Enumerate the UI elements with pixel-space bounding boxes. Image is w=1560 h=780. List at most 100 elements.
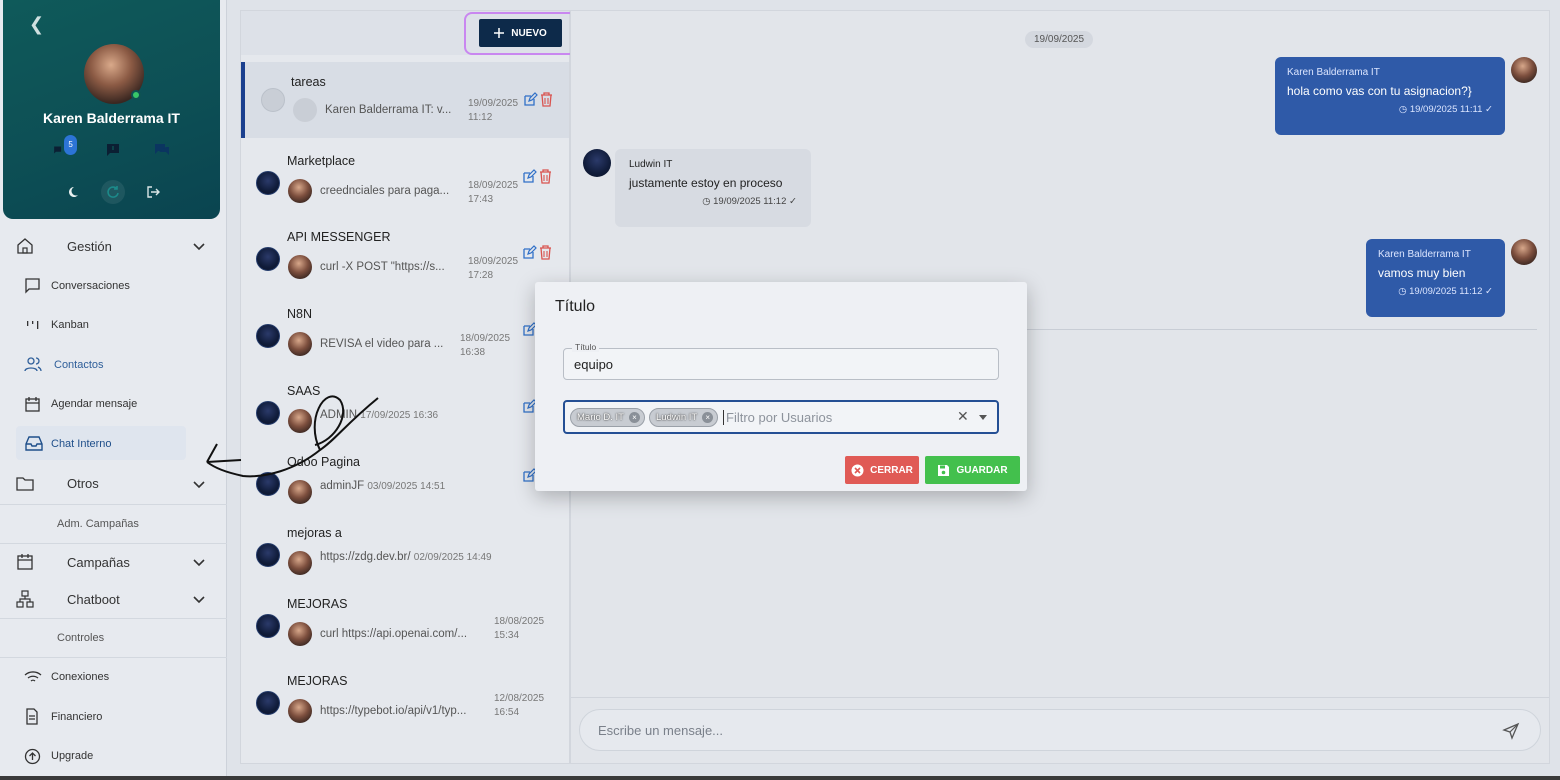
sidebar-item-contactos[interactable]: Contactos xyxy=(0,345,227,385)
menu-group-label: Otros xyxy=(67,476,99,491)
chip-remove-icon[interactable]: × xyxy=(702,412,714,423)
sidebar-item-label: Conversaciones xyxy=(51,279,130,292)
avatar xyxy=(1511,239,1537,265)
conversation-item[interactable]: MEJORAS https://typebot.io/api/v1/typ...… xyxy=(241,661,569,737)
conversation-item[interactable]: MEJORAS curl https://api.openai.com/... … xyxy=(241,584,569,660)
conversation-item[interactable]: mejoras a https://zdg.dev.br/ 02/09/2025… xyxy=(241,513,569,589)
conversation-title: mejoras a xyxy=(287,526,342,540)
new-button-label: NUEVO xyxy=(511,27,547,39)
online-status-icon xyxy=(131,90,141,100)
menu-group-label: Gestión xyxy=(67,238,112,254)
edit-icon[interactable] xyxy=(522,245,537,260)
sidebar-item-label: Upgrade xyxy=(51,750,94,763)
trash-icon[interactable] xyxy=(540,92,553,107)
logout-icon[interactable] xyxy=(141,180,165,204)
chevron-down-icon xyxy=(193,596,205,604)
message-bubble-outgoing: Karen Balderrama IT hola como vas con tu… xyxy=(1275,57,1505,135)
edit-icon[interactable] xyxy=(522,169,537,184)
chat-count-badge: 5 xyxy=(64,135,77,155)
sidebar-item-conversaciones[interactable]: Conversaciones xyxy=(0,266,227,306)
conversation-preview: https://typebot.io/api/v1/typ... xyxy=(320,705,467,717)
conversation-item[interactable]: tareas Karen Balderrama IT: v... 19/09/2… xyxy=(241,62,569,138)
clear-icon[interactable]: ✕ xyxy=(957,408,969,425)
chat-bubble-icon xyxy=(25,278,40,294)
sidebar-item-label: Chat Interno xyxy=(51,437,112,450)
sidebar-item-chat-interno[interactable]: Chat Interno xyxy=(0,424,227,464)
sitemap-icon xyxy=(16,590,34,608)
forum-icon[interactable] xyxy=(151,140,173,160)
sidebar-item-controles[interactable]: Controles xyxy=(0,619,227,657)
sender-avatar xyxy=(288,255,312,279)
trash-icon[interactable] xyxy=(539,245,552,260)
menu-group-chatboot[interactable]: Chatboot xyxy=(0,581,227,618)
chat-icon[interactable]: 5 xyxy=(53,135,77,160)
sidebar-menu: Gestión Conversaciones Kanban Contactos … xyxy=(0,226,227,776)
sender-avatar xyxy=(288,551,312,575)
trash-icon[interactable] xyxy=(539,169,552,184)
conversation-actions xyxy=(522,169,552,184)
menu-group-campanas[interactable]: Campañas xyxy=(0,544,227,581)
message-time: ◷ 19/09/2025 11:11 ✓ xyxy=(1398,104,1493,115)
group-avatar xyxy=(261,88,285,112)
guardar-button[interactable]: GUARDAR xyxy=(925,456,1020,484)
conversation-actions xyxy=(522,245,552,260)
group-avatar xyxy=(256,247,280,271)
conversation-date: 12/08/2025 16:54 xyxy=(494,693,545,718)
folder-icon xyxy=(16,476,34,491)
user-chip[interactable]: Mario D. IT × xyxy=(570,408,645,427)
save-icon xyxy=(938,464,950,476)
conversation-item[interactable]: N8N REVISA el video para ... 18/09/2025 1… xyxy=(241,294,569,370)
profile-card: ❮ Karen Balderrama IT 5 xyxy=(3,0,220,219)
avatar xyxy=(583,149,611,177)
conversation-title: Marketplace xyxy=(287,154,356,168)
list-header: NUEVO xyxy=(241,11,577,55)
sidebar-item-conexiones[interactable]: Conexiones xyxy=(0,658,227,698)
chip-remove-icon[interactable]: × xyxy=(628,412,640,423)
sender-avatar xyxy=(288,622,312,646)
user-chip[interactable]: Ludwin IT × xyxy=(649,408,719,427)
group-avatar xyxy=(256,543,280,567)
conversation-date: 18/09/2025 17:28 xyxy=(468,256,519,281)
conversation-title: N8N xyxy=(287,307,313,321)
conversation-preview: creednciales para paga... xyxy=(320,185,450,197)
upgrade-arrow-icon xyxy=(24,748,41,764)
cerrar-button[interactable]: CERRAR xyxy=(845,456,919,484)
back-arrow-icon[interactable]: ❮ xyxy=(29,14,44,35)
home-icon xyxy=(17,238,33,254)
conversation-date: 19/09/2025 11:12 xyxy=(468,98,519,123)
new-conversation-button[interactable]: NUEVO xyxy=(479,19,562,47)
sidebar-item-label: Conexiones xyxy=(51,671,110,684)
edit-icon[interactable] xyxy=(523,92,538,107)
message-sender: Karen Balderrama IT xyxy=(1287,67,1380,78)
conversation-actions xyxy=(523,92,553,107)
refresh-icon[interactable] xyxy=(101,180,125,204)
chevron-down-icon xyxy=(193,559,205,567)
title-field[interactable]: Título equipo xyxy=(563,342,999,380)
sidebar-item-label: Contactos xyxy=(54,358,104,371)
dropdown-arrow-icon[interactable] xyxy=(979,415,987,420)
conversation-date: 18/08/2025 15:34 xyxy=(494,616,545,641)
bottom-border xyxy=(0,776,1560,780)
avatar xyxy=(1511,57,1537,83)
sidebar-item-financiero[interactable]: Financiero xyxy=(0,697,227,737)
dark-mode-icon[interactable] xyxy=(61,180,85,204)
annotation-arrow-scribble xyxy=(206,395,379,478)
message-alert-icon[interactable] xyxy=(102,140,124,160)
conversation-item[interactable]: API MESSENGER curl -X POST "https://s...… xyxy=(241,217,569,293)
sidebar-item-upgrade[interactable]: Upgrade xyxy=(0,737,227,777)
dialog-title: Título xyxy=(555,298,596,315)
sidebar-item-kanban[interactable]: Kanban xyxy=(0,306,227,346)
menu-group-gestion[interactable]: Gestión xyxy=(0,226,227,266)
user-filter-select[interactable]: Mario D. IT × Ludwin IT × Filtro por Usu… xyxy=(563,400,999,434)
conversation-item[interactable]: Marketplace creednciales para paga... 18… xyxy=(241,141,569,217)
sidebar-item-agendar-mensaje[interactable]: Agendar mensaje xyxy=(0,385,227,425)
calendar-icon xyxy=(25,396,40,412)
sidebar-item-adm-campanas[interactable]: Adm. Campañas xyxy=(0,505,227,543)
menu-group-otros[interactable]: Otros xyxy=(0,464,227,504)
title-field-value: equipo xyxy=(574,357,614,372)
send-icon[interactable] xyxy=(1502,722,1520,740)
message-input[interactable]: Escribe un mensaje... xyxy=(579,709,1541,751)
plus-icon xyxy=(494,28,505,38)
message-text: vamos muy bien xyxy=(1378,266,1466,280)
sender-avatar xyxy=(288,332,312,356)
